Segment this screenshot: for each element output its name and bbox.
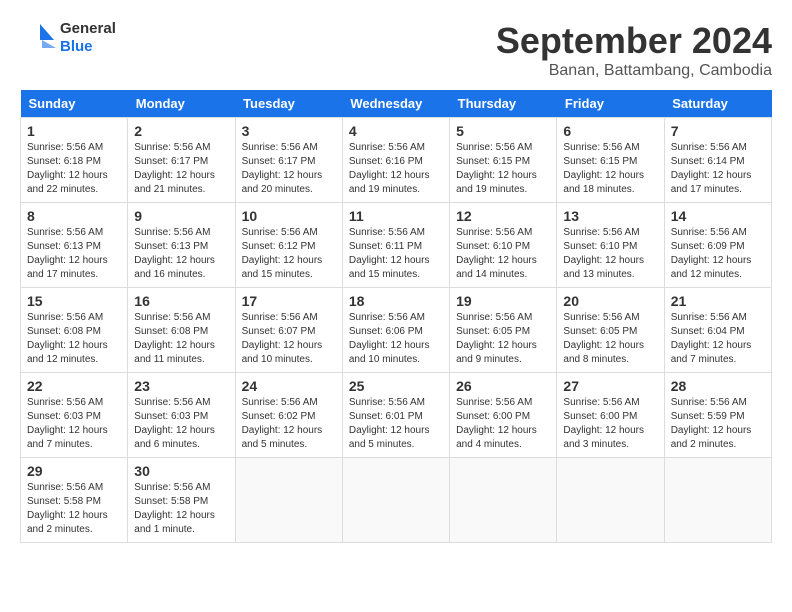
calendar-day: 7Sunrise: 5:56 AMSunset: 6:14 PMDaylight… xyxy=(664,118,771,203)
logo-blue: Blue xyxy=(60,38,116,56)
calendar-day: 11Sunrise: 5:56 AMSunset: 6:11 PMDayligh… xyxy=(342,203,449,288)
day-of-week-header: Wednesday xyxy=(342,90,449,118)
calendar-day: 19Sunrise: 5:56 AMSunset: 6:05 PMDayligh… xyxy=(450,288,557,373)
calendar-day: 10Sunrise: 5:56 AMSunset: 6:12 PMDayligh… xyxy=(235,203,342,288)
day-of-week-header: Monday xyxy=(128,90,235,118)
calendar-day: 17Sunrise: 5:56 AMSunset: 6:07 PMDayligh… xyxy=(235,288,342,373)
logo-svg xyxy=(20,20,56,56)
calendar-day: 28Sunrise: 5:56 AMSunset: 5:59 PMDayligh… xyxy=(664,373,771,458)
day-of-week-header: Friday xyxy=(557,90,664,118)
calendar-day: 6Sunrise: 5:56 AMSunset: 6:15 PMDaylight… xyxy=(557,118,664,203)
calendar-day xyxy=(664,458,771,543)
calendar-day: 18Sunrise: 5:56 AMSunset: 6:06 PMDayligh… xyxy=(342,288,449,373)
day-of-week-header: Tuesday xyxy=(235,90,342,118)
calendar-day: 12Sunrise: 5:56 AMSunset: 6:10 PMDayligh… xyxy=(450,203,557,288)
calendar-day: 26Sunrise: 5:56 AMSunset: 6:00 PMDayligh… xyxy=(450,373,557,458)
day-of-week-header: Thursday xyxy=(450,90,557,118)
calendar-day: 8Sunrise: 5:56 AMSunset: 6:13 PMDaylight… xyxy=(21,203,128,288)
calendar-day: 9Sunrise: 5:56 AMSunset: 6:13 PMDaylight… xyxy=(128,203,235,288)
calendar-day: 29Sunrise: 5:56 AMSunset: 5:58 PMDayligh… xyxy=(21,458,128,543)
calendar-day: 30Sunrise: 5:56 AMSunset: 5:58 PMDayligh… xyxy=(128,458,235,543)
calendar-day: 4Sunrise: 5:56 AMSunset: 6:16 PMDaylight… xyxy=(342,118,449,203)
calendar-day xyxy=(557,458,664,543)
calendar-day: 5Sunrise: 5:56 AMSunset: 6:15 PMDaylight… xyxy=(450,118,557,203)
calendar-day: 16Sunrise: 5:56 AMSunset: 6:08 PMDayligh… xyxy=(128,288,235,373)
calendar-day: 21Sunrise: 5:56 AMSunset: 6:04 PMDayligh… xyxy=(664,288,771,373)
calendar-day xyxy=(450,458,557,543)
calendar-day: 24Sunrise: 5:56 AMSunset: 6:02 PMDayligh… xyxy=(235,373,342,458)
location-subtitle: Banan, Battambang, Cambodia xyxy=(496,62,772,80)
calendar-table: SundayMondayTuesdayWednesdayThursdayFrid… xyxy=(20,90,772,543)
calendar-day: 3Sunrise: 5:56 AMSunset: 6:17 PMDaylight… xyxy=(235,118,342,203)
month-title: September 2024 xyxy=(496,20,772,62)
title-block: September 2024 Banan, Battambang, Cambod… xyxy=(496,20,772,80)
logo: General Blue xyxy=(20,20,116,56)
day-of-week-header: Saturday xyxy=(664,90,771,118)
calendar-day xyxy=(342,458,449,543)
calendar-day xyxy=(235,458,342,543)
calendar-day: 1Sunrise: 5:56 AMSunset: 6:18 PMDaylight… xyxy=(21,118,128,203)
calendar-day: 2Sunrise: 5:56 AMSunset: 6:17 PMDaylight… xyxy=(128,118,235,203)
calendar-day: 20Sunrise: 5:56 AMSunset: 6:05 PMDayligh… xyxy=(557,288,664,373)
calendar-day: 27Sunrise: 5:56 AMSunset: 6:00 PMDayligh… xyxy=(557,373,664,458)
calendar-day: 13Sunrise: 5:56 AMSunset: 6:10 PMDayligh… xyxy=(557,203,664,288)
calendar-day: 23Sunrise: 5:56 AMSunset: 6:03 PMDayligh… xyxy=(128,373,235,458)
calendar-day: 14Sunrise: 5:56 AMSunset: 6:09 PMDayligh… xyxy=(664,203,771,288)
logo-general: General xyxy=(60,20,116,38)
day-of-week-header: Sunday xyxy=(21,90,128,118)
calendar-day: 25Sunrise: 5:56 AMSunset: 6:01 PMDayligh… xyxy=(342,373,449,458)
page-header: General Blue September 2024 Banan, Batta… xyxy=(20,20,772,80)
calendar-day: 22Sunrise: 5:56 AMSunset: 6:03 PMDayligh… xyxy=(21,373,128,458)
calendar-day: 15Sunrise: 5:56 AMSunset: 6:08 PMDayligh… xyxy=(21,288,128,373)
